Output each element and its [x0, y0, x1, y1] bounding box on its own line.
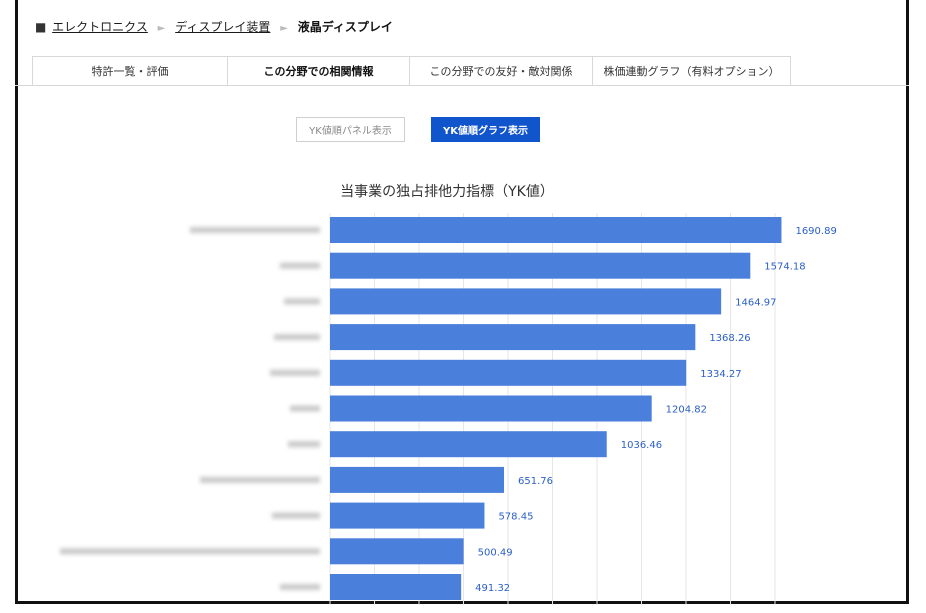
- bar[interactable]: [330, 574, 462, 600]
- category-label-blurred: [200, 476, 320, 483]
- bar-value-label: 578.45: [498, 512, 533, 523]
- bar-value-label: 1690.89: [795, 226, 836, 237]
- bar-value-label: 491.32: [475, 583, 510, 594]
- bar-value-label: 1574.18: [764, 262, 805, 273]
- category-label-blurred: [280, 584, 320, 590]
- bar-value-label: 1204.82: [666, 405, 707, 416]
- bar[interactable]: [330, 252, 751, 279]
- chart-title: 当事業の独占排他力指標（YK値）: [340, 184, 554, 200]
- breadcrumb-separator-icon: ►: [157, 23, 166, 34]
- bar-value-label: 1368.26: [709, 333, 750, 344]
- category-label-blurred: [60, 548, 320, 555]
- tab-relations[interactable]: この分野での友好・敵対関係: [409, 56, 593, 86]
- bar[interactable]: [330, 217, 782, 243]
- tab-bar: 特許一覧・評価 この分野での相関情報 この分野での友好・敵対関係 株価連動グラフ…: [32, 56, 791, 86]
- bar-value-label: 1464.97: [735, 297, 776, 308]
- tab-underline: [15, 85, 909, 86]
- category-label-blurred: [290, 405, 320, 412]
- bar[interactable]: [330, 538, 464, 565]
- bar[interactable]: [330, 395, 652, 422]
- bar-value-label: 500.49: [478, 547, 513, 558]
- breadcrumb-current: 液晶ディスプレイ: [297, 20, 393, 34]
- bar-value-label: 651.76: [518, 476, 553, 487]
- breadcrumb-link-display[interactable]: ディスプレイ装置: [175, 20, 270, 34]
- category-label-blurred: [272, 512, 320, 519]
- bar-chart: 1690.89 1574.18 1464.97 1368.26 1334.27 1204.…: [60, 213, 837, 605]
- category-label-blurred: [274, 334, 320, 341]
- bar[interactable]: [330, 324, 696, 351]
- tab-stock-graph[interactable]: 株価連動グラフ（有料オプション）: [592, 56, 791, 86]
- breadcrumb: ■ エレクトロニクス ► ディスプレイ装置 ► 液晶ディスプレイ: [35, 18, 393, 35]
- panel-view-button[interactable]: YK値順パネル表示: [296, 117, 405, 142]
- bar[interactable]: [330, 288, 722, 315]
- bar[interactable]: [330, 359, 687, 386]
- bar[interactable]: [330, 502, 485, 529]
- graph-view-button[interactable]: YK値順グラフ表示: [431, 117, 540, 142]
- category-label-blurred: [284, 298, 320, 305]
- bar-value-label: 1334.27: [700, 369, 741, 380]
- category-label-blurred: [288, 441, 320, 448]
- category-label-blurred: [190, 227, 320, 233]
- breadcrumb-link-electronics[interactable]: エレクトロニクス: [52, 20, 148, 34]
- breadcrumb-separator-icon: ►: [280, 23, 288, 34]
- breadcrumb-square-icon: ■: [35, 20, 47, 34]
- tab-correlation[interactable]: この分野での相関情報: [227, 56, 410, 86]
- bar[interactable]: [330, 431, 607, 458]
- bar[interactable]: [330, 466, 505, 493]
- bar-value-label: 1036.46: [621, 440, 662, 451]
- tab-patent-list[interactable]: 特許一覧・評価: [32, 56, 228, 86]
- category-label-blurred: [280, 262, 320, 269]
- category-label-blurred: [270, 369, 320, 376]
